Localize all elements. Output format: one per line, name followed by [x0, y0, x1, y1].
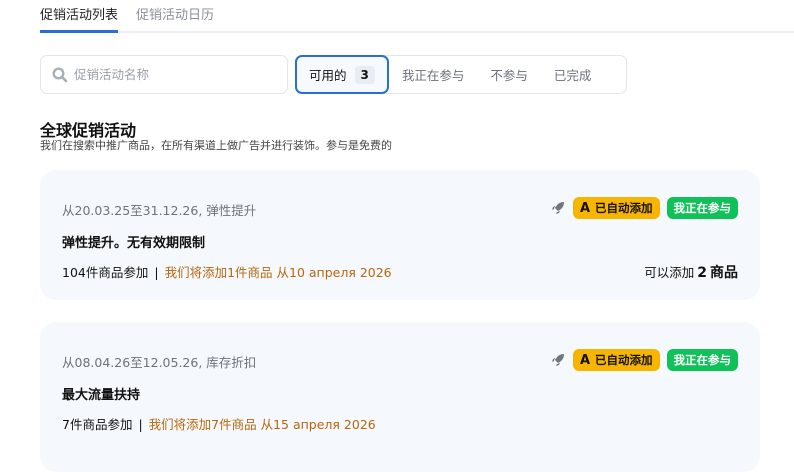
- auto-added-badge: A 已自动添加: [572, 197, 660, 219]
- auto-add-note: 我们将添加1件商品 从10 апреля 2026: [164, 265, 392, 280]
- section-subtitle: 我们在搜索中推广商品，在所有渠道上做广告并进行装饰。参与是免费的: [40, 139, 392, 152]
- filter-count: 3: [354, 65, 375, 84]
- promotion-dates: 从08.04.26至12.05.26, 库存折扣: [62, 355, 257, 370]
- search-box: [40, 55, 288, 94]
- promotion-card[interactable]: 从08.04.26至12.05.26, 库存折扣 A 已自动添加 我正在参与 最大…: [40, 322, 760, 472]
- filter-not-participating[interactable]: 不参与: [477, 56, 541, 93]
- filter-available[interactable]: 可用的 3: [295, 55, 389, 94]
- participating-count: 104件商品参加: [62, 265, 149, 280]
- status-badge: 我正在参与: [666, 197, 738, 219]
- filter-label: 可用的: [309, 68, 347, 83]
- can-add-info: 可以添加 2 商品: [644, 265, 738, 281]
- tab-promotion-list[interactable]: 促销活动列表: [40, 0, 119, 33]
- status-badge: 我正在参与: [666, 349, 738, 371]
- participating-count: 7件商品参加: [62, 417, 133, 432]
- auto-added-badge: A 已自动添加: [572, 349, 660, 371]
- promotion-card[interactable]: 从20.03.25至31.12.26, 弹性提升 A 已自动添加 我正在参与 弹性…: [40, 170, 760, 300]
- promotion-dates: 从20.03.25至31.12.26, 弹性提升: [62, 203, 257, 218]
- filter-participating[interactable]: 我正在参与: [389, 56, 478, 93]
- status-filter: 可用的 3 我正在参与 不参与 已完成: [295, 55, 627, 94]
- filter-completed[interactable]: 已完成: [541, 56, 605, 93]
- promotion-title: 最大流量扶持: [62, 388, 141, 403]
- promotion-title: 弹性提升。无有效期限制: [62, 236, 206, 251]
- tab-promotion-calendar[interactable]: 促销活动日历: [136, 0, 214, 33]
- search-input[interactable]: [74, 67, 264, 82]
- rocket-icon: [551, 202, 564, 214]
- tab-bar: 促销活动列表 促销活动日历: [40, 0, 794, 33]
- auto-add-note: 我们将添加7件商品 从15 апреля 2026: [148, 417, 376, 432]
- search-icon: [52, 66, 68, 82]
- rocket-icon: [551, 354, 564, 366]
